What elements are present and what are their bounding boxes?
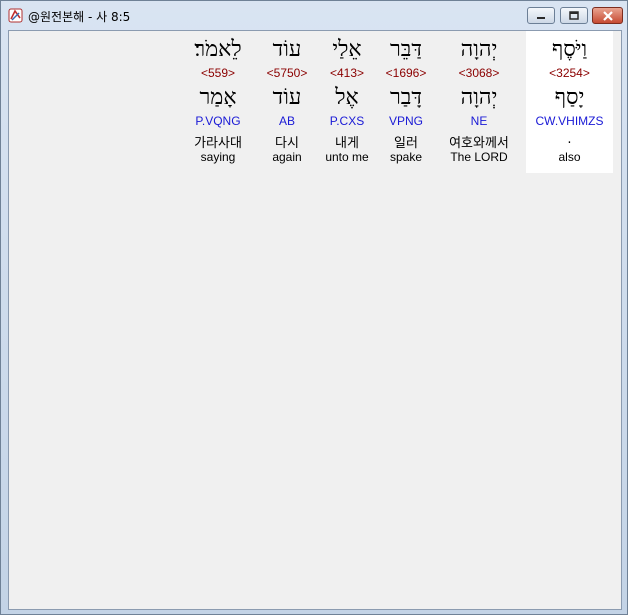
korean-gloss: 가라사대	[194, 136, 242, 151]
close-icon	[602, 10, 613, 21]
hebrew-surface-word: דַּבֵּר	[390, 37, 422, 62]
interlinear-view: לֵאמֹר׃ <559> אָמַר P.VQNG 가라사대 saying ע…	[8, 30, 622, 610]
strong-number[interactable]: <559>	[182, 66, 254, 80]
korean-gloss: .	[567, 132, 572, 147]
word-column-selected[interactable]: וַיֹּסֶף <3254> יָסַף CW.VHIMZS . also	[526, 31, 613, 173]
hebrew-surface-word: וַיֹּסֶף	[551, 37, 588, 62]
morphology-code: NE	[470, 114, 488, 128]
strong-number[interactable]: <1696>	[379, 66, 433, 80]
maximize-button[interactable]	[560, 7, 588, 24]
app-logo-icon	[8, 8, 23, 23]
window-title: @원전본해 - 사 8:5	[28, 10, 131, 24]
korean-gloss: 여호와께서	[449, 136, 509, 151]
hebrew-lemma: דָּבַר	[390, 85, 422, 110]
word-column[interactable]: דַּבֵּר <1696> דָּבַר VPNG 일러 spake	[379, 31, 433, 173]
close-button[interactable]	[592, 7, 623, 24]
english-gloss: saying	[200, 150, 236, 164]
morphology-code: AB	[278, 114, 295, 128]
hebrew-surface-word: לֵאמֹר׃	[194, 37, 242, 62]
korean-gloss: 일러	[394, 136, 418, 151]
hebrew-lemma: יָסַף	[554, 85, 585, 110]
hebrew-lemma: עוֹד	[272, 85, 302, 110]
strong-number[interactable]: <413>	[318, 66, 376, 80]
morphology-code: P.VQNG	[195, 114, 241, 128]
strong-number[interactable]: <5750>	[259, 66, 315, 80]
korean-gloss: 다시	[275, 136, 299, 151]
title-bar[interactable]: @원전본해 - 사 8:5	[1, 1, 627, 29]
hebrew-lemma: אָמַר	[199, 85, 237, 110]
hebrew-lemma: יְהוָה	[460, 85, 498, 110]
hebrew-surface-word: אֵלַי	[332, 37, 362, 62]
korean-gloss: 내게	[335, 136, 359, 151]
morphology-code: CW.VHIMZS	[535, 114, 604, 128]
word-column[interactable]: לֵאמֹר׃ <559> אָמַר P.VQNG 가라사대 saying	[182, 31, 254, 173]
minimize-button[interactable]	[527, 7, 555, 24]
english-gloss: spake	[389, 150, 423, 164]
hebrew-surface-word: יְהוָה	[460, 37, 498, 62]
english-gloss: also	[558, 150, 581, 164]
hebrew-lemma: אֶל	[335, 85, 359, 110]
strong-number[interactable]: <3254>	[526, 66, 613, 80]
app-window: @원전본해 - 사 8:5 לֵאמֹר׃ <559> אָמַר P.VQNG…	[0, 0, 628, 615]
word-column[interactable]: עוֹד <5750> עוֹד AB 다시 again	[259, 31, 315, 173]
morphology-code: P.CXS	[329, 114, 365, 128]
word-column[interactable]: אֵלַי <413> אֶל P.CXS 내게 unto me	[318, 31, 376, 173]
strong-number[interactable]: <3068>	[438, 66, 520, 80]
english-gloss: The LORD	[450, 150, 508, 164]
maximize-icon	[569, 10, 579, 20]
english-gloss: again	[272, 150, 302, 164]
word-column[interactable]: יְהוָה <3068> יְהוָה NE 여호와께서 The LORD	[438, 31, 520, 173]
morphology-code: VPNG	[388, 114, 423, 128]
minimize-icon	[537, 16, 545, 19]
hebrew-surface-word: עוֹד	[272, 37, 302, 62]
english-gloss: unto me	[325, 150, 369, 164]
